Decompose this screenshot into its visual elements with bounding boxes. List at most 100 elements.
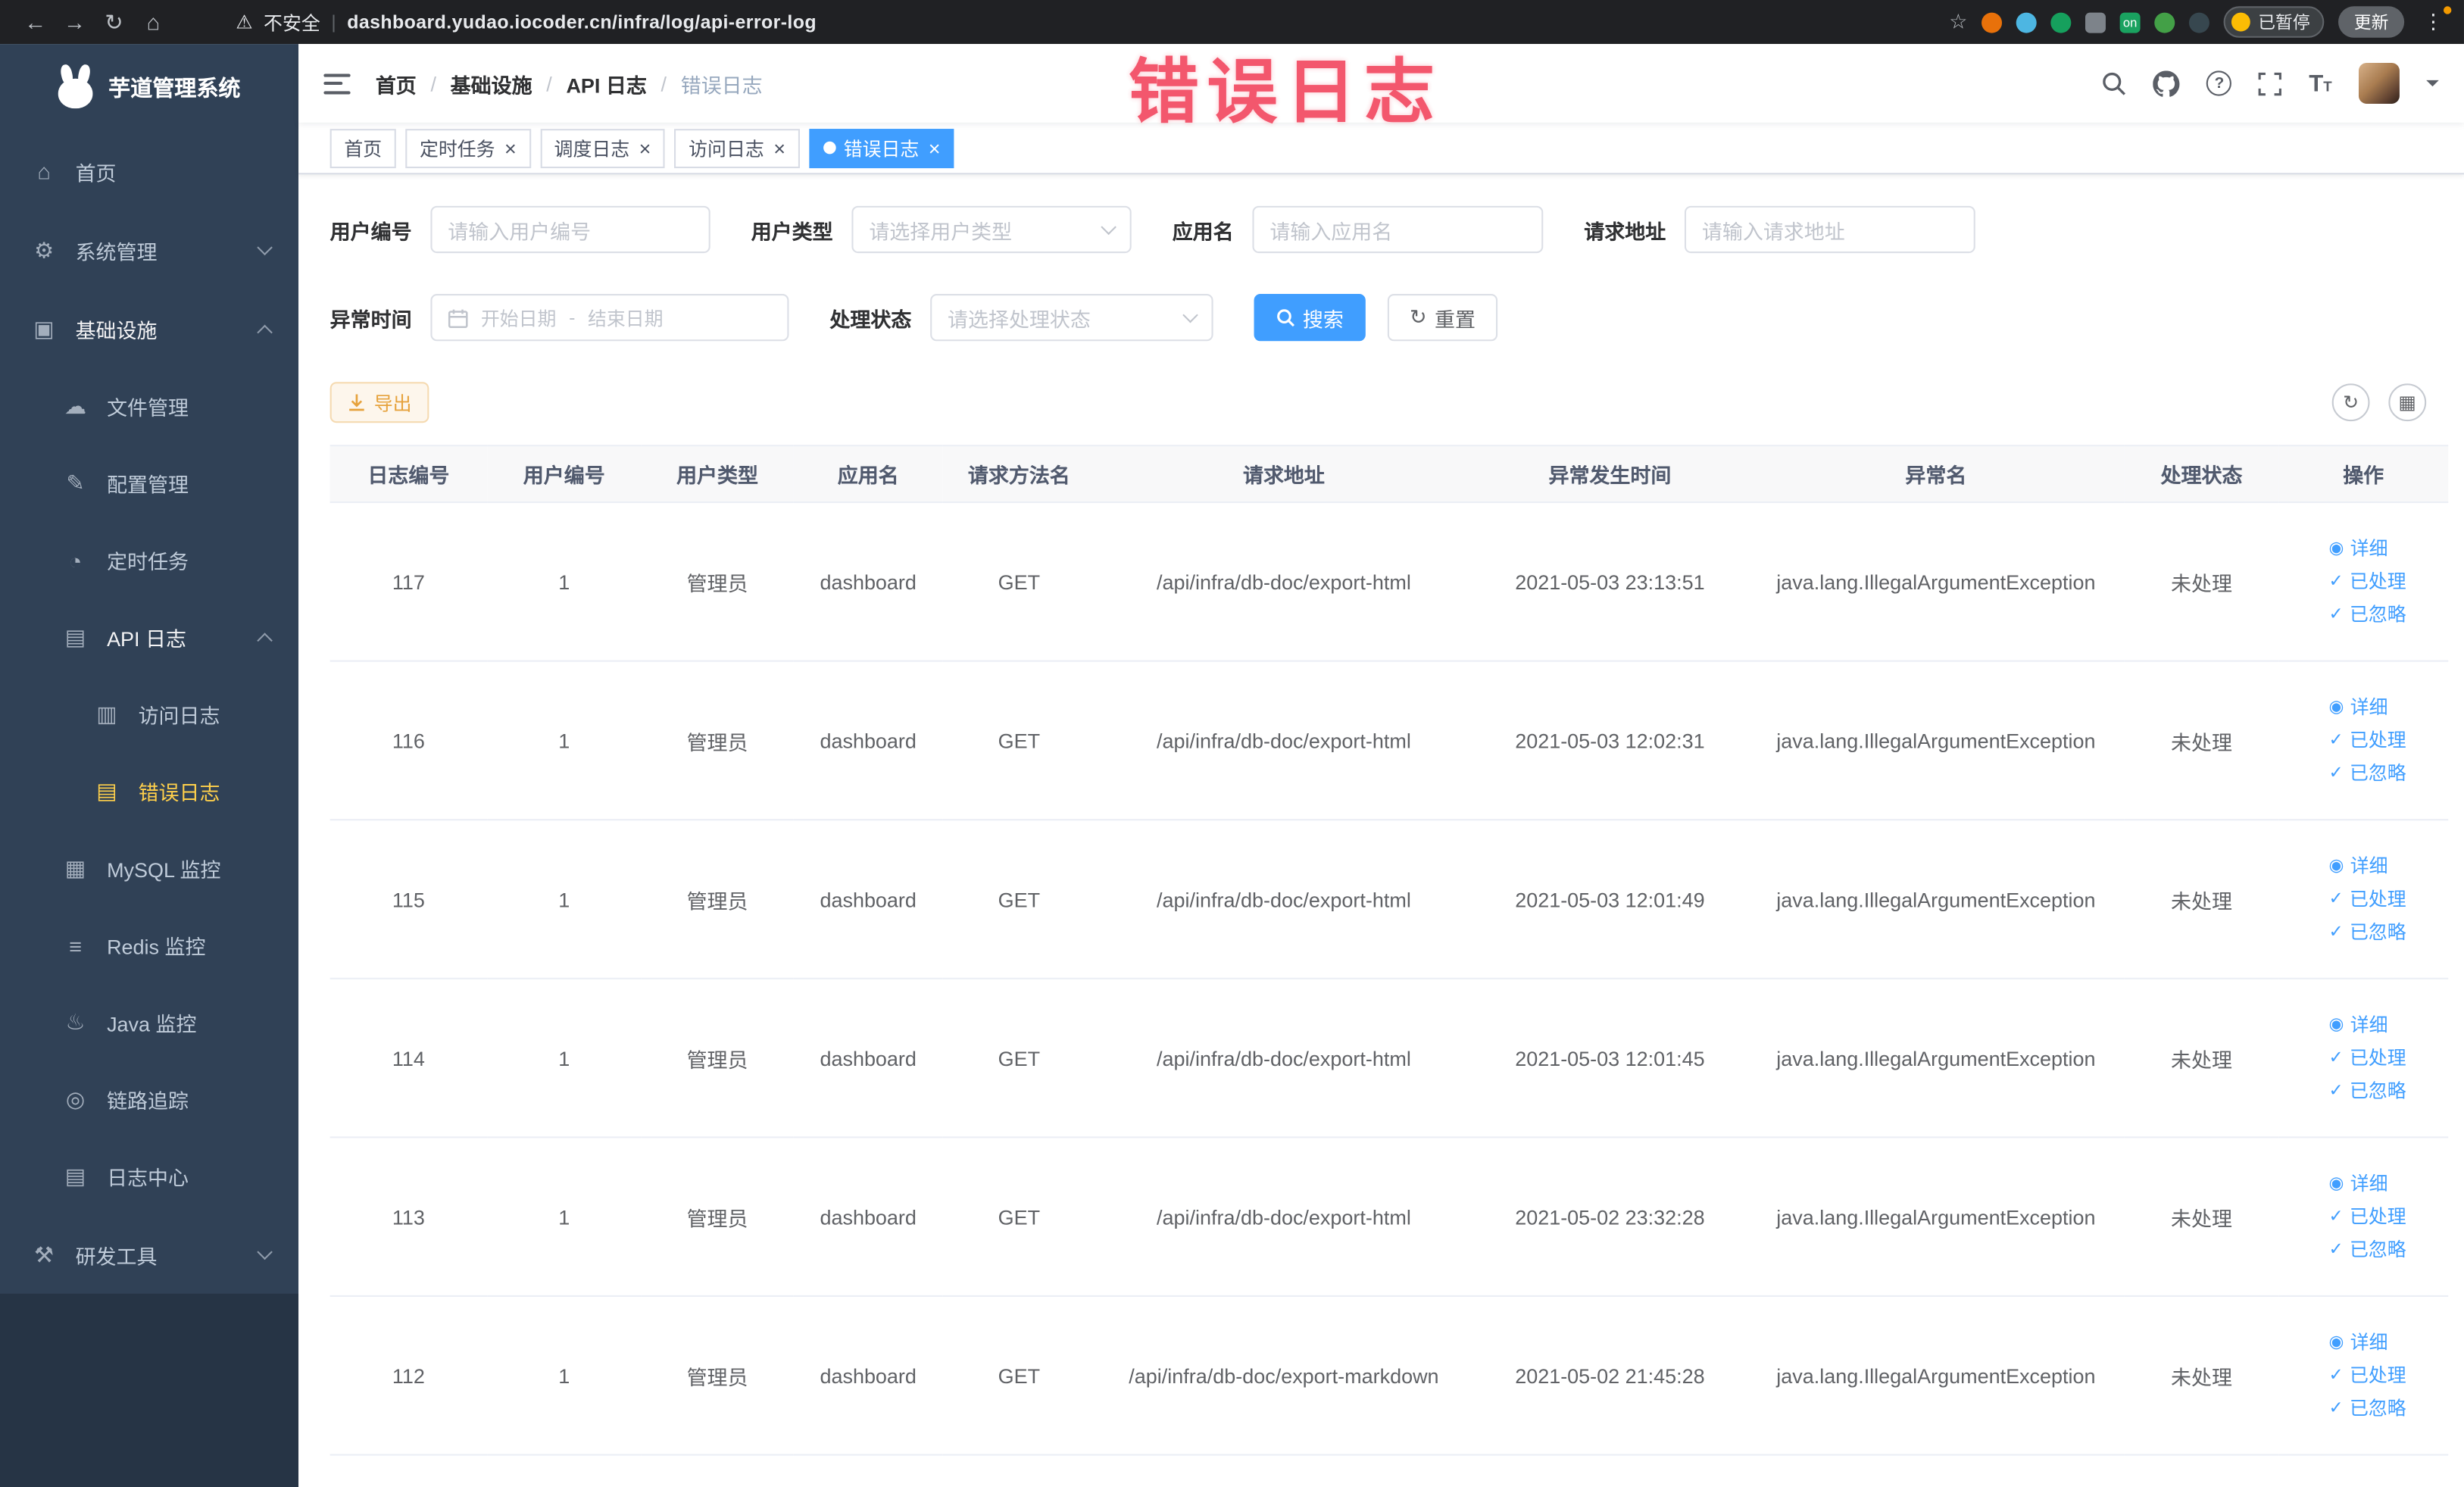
chevron-down-icon: [257, 1243, 273, 1260]
back-icon[interactable]: ←: [16, 9, 55, 34]
reload-icon[interactable]: ↻: [94, 8, 133, 35]
detail-link[interactable]: ◉ 详细: [2329, 1326, 2442, 1359]
sidebar-item-file-management[interactable]: ☁ 文件管理: [0, 368, 298, 445]
sidebar-item-java-monitor[interactable]: ♨ Java 监控: [0, 984, 298, 1061]
cell-user-id: 1: [487, 1295, 642, 1456]
sidebar-item-label: Redis 监控: [107, 935, 206, 959]
refresh-button[interactable]: ↻: [2331, 383, 2370, 422]
export-button[interactable]: 导出: [329, 382, 429, 423]
update-button[interactable]: 更新: [2338, 6, 2405, 38]
processed-link-label: 已处理: [2349, 570, 2406, 592]
sidebar-item-scheduled-jobs[interactable]: ◔ 定时任务: [0, 522, 298, 599]
mark-processed-link[interactable]: ✓ 已处理: [2329, 883, 2442, 916]
detail-link[interactable]: ◉ 详细: [2329, 532, 2442, 565]
sidebar-filler: [0, 1293, 299, 1487]
mark-ignored-link[interactable]: ✓ 已忽略: [2329, 1074, 2442, 1107]
eye-icon: ◉: [2328, 855, 2344, 875]
mark-processed-link[interactable]: ✓ 已处理: [2329, 724, 2442, 758]
not-secure-warning-icon: ⚠: [236, 11, 253, 33]
mark-ignored-link[interactable]: ✓ 已忽略: [2329, 757, 2442, 790]
mark-ignored-link[interactable]: ✓ 已忽略: [2329, 598, 2442, 632]
app-logo[interactable]: 芋道管理系统: [0, 44, 298, 132]
address-bar[interactable]: ⚠ 不安全 | dashboard.yudao.iocoder.cn/infra…: [236, 8, 817, 35]
mark-processed-link[interactable]: ✓ 已处理: [2329, 1042, 2442, 1075]
fullscreen-icon[interactable]: [2259, 71, 2282, 95]
sidebar-item-label: 文件管理: [107, 395, 189, 420]
cell-exception-time: 2021-05-03 23:13:51: [1472, 501, 1747, 662]
user-id-input[interactable]: 请输入用户编号: [430, 205, 710, 254]
tab-home[interactable]: 首页: [329, 128, 396, 167]
tab-dispatch-log[interactable]: 调度日志 ×: [539, 128, 666, 167]
avatar[interactable]: [2358, 63, 2400, 104]
close-icon[interactable]: ×: [504, 138, 517, 158]
close-icon[interactable]: ×: [773, 138, 785, 158]
request-url-input[interactable]: 请输入请求地址: [1685, 205, 1975, 254]
close-icon[interactable]: ×: [639, 138, 651, 158]
font-size-icon[interactable]: TT: [2309, 70, 2331, 96]
detail-link[interactable]: ◉ 详细: [2329, 1167, 2442, 1201]
cell-status: 未处理: [2124, 820, 2279, 979]
app-name-input[interactable]: 请输入应用名: [1252, 205, 1544, 254]
sidebar-item-access-log[interactable]: ▥ 访问日志: [0, 676, 298, 753]
bookmark-star-icon[interactable]: ☆: [1949, 9, 1967, 34]
orange-extension-icon[interactable]: [1982, 11, 2003, 33]
browser-home-icon[interactable]: ⌂: [133, 9, 173, 34]
sidebar-item-log-center[interactable]: ▤ 日志中心: [0, 1138, 298, 1215]
blue-extension-icon[interactable]: [2016, 11, 2037, 33]
detail-link[interactable]: ◉ 详细: [2329, 691, 2442, 724]
breadcrumb-home[interactable]: 首页: [376, 68, 417, 98]
detail-link[interactable]: ◉ 详细: [2329, 1008, 2442, 1042]
sidebar-item-infrastructure[interactable]: ▣ 基础设施: [0, 289, 298, 368]
detail-link[interactable]: ◉ 详细: [2329, 850, 2442, 883]
process-status-select[interactable]: 请选择处理状态: [930, 294, 1213, 342]
sidebar-item-system-management[interactable]: ⚙ 系统管理: [0, 211, 298, 289]
sidebar-item-dev-tools[interactable]: ⚒ 研发工具: [0, 1215, 298, 1294]
vpn-on-extension-icon[interactable]: on: [2119, 11, 2141, 33]
breadcrumb-api-logs[interactable]: API 日志: [566, 68, 646, 98]
sidebar-item-error-log[interactable]: ▤ 错误日志: [0, 753, 298, 830]
close-icon[interactable]: ×: [929, 138, 941, 158]
eye-icon: ◉: [2328, 538, 2344, 558]
tab-scheduled-jobs[interactable]: 定时任务 ×: [405, 128, 531, 167]
teal-extension-icon[interactable]: [2050, 11, 2072, 33]
mark-ignored-link[interactable]: ✓ 已忽略: [2329, 1392, 2442, 1426]
eye-icon: ◉: [2328, 697, 2344, 717]
sidebar-item-config-management[interactable]: ✎ 配置管理: [0, 445, 298, 522]
reset-button[interactable]: ↻ 重置: [1387, 294, 1498, 342]
cell-app-name: dashboard: [793, 661, 943, 821]
mark-processed-link[interactable]: ✓ 已处理: [2329, 1359, 2442, 1392]
mark-ignored-link[interactable]: ✓ 已忽略: [2329, 1233, 2442, 1267]
column-settings-button[interactable]: ▦: [2388, 383, 2427, 422]
date-range-picker[interactable]: 开始日期 - 结束日期: [430, 294, 789, 342]
mark-processed-link[interactable]: ✓ 已处理: [2329, 1200, 2442, 1233]
help-icon[interactable]: ?: [2206, 70, 2232, 96]
user-type-select[interactable]: 请选择用户类型: [851, 205, 1132, 254]
puzzle-extensions-icon[interactable]: [2085, 11, 2106, 33]
column-header-user-type: 用户类型: [641, 445, 794, 504]
cell-log-id: 117: [329, 501, 488, 662]
sidebar-item-redis-monitor[interactable]: ≡ Redis 监控: [0, 907, 298, 984]
github-icon[interactable]: [2153, 70, 2181, 96]
forward-icon[interactable]: →: [55, 9, 95, 34]
tab-error-log[interactable]: 错误日志 ×: [809, 128, 955, 167]
browser-menu-icon[interactable]: ⋮: [2419, 6, 2452, 34]
sidebar-item-home[interactable]: ⌂ 首页: [0, 132, 298, 211]
sidebar-item-link-tracing[interactable]: ◎ 链路追踪: [0, 1061, 298, 1139]
search-icon[interactable]: [2101, 70, 2126, 95]
document-icon: ▤: [64, 1163, 86, 1189]
hamburger-icon[interactable]: [323, 73, 351, 94]
paused-badge[interactable]: 已暂停: [2223, 6, 2325, 38]
search-button[interactable]: 搜索: [1254, 294, 1366, 342]
avatar-caret-down-icon[interactable]: [2426, 80, 2439, 93]
breadcrumb-infrastructure[interactable]: 基础设施: [451, 68, 532, 98]
green-extension-icon[interactable]: [2154, 11, 2175, 33]
processed-link-label: 已处理: [2349, 1045, 2406, 1069]
sidebar-item-mysql-monitor[interactable]: ▦ MySQL 监控: [0, 830, 298, 908]
dark-extension-icon[interactable]: [2188, 11, 2209, 33]
sidebar-item-api-logs[interactable]: ▤ API 日志: [0, 599, 298, 676]
check-icon: ✓: [2328, 729, 2344, 749]
mark-processed-link[interactable]: ✓ 已处理: [2329, 565, 2442, 598]
mark-ignored-link[interactable]: ✓ 已忽略: [2329, 916, 2442, 949]
processed-link-label: 已处理: [2349, 1364, 2406, 1386]
tab-access-log[interactable]: 访问日志 ×: [674, 128, 800, 167]
